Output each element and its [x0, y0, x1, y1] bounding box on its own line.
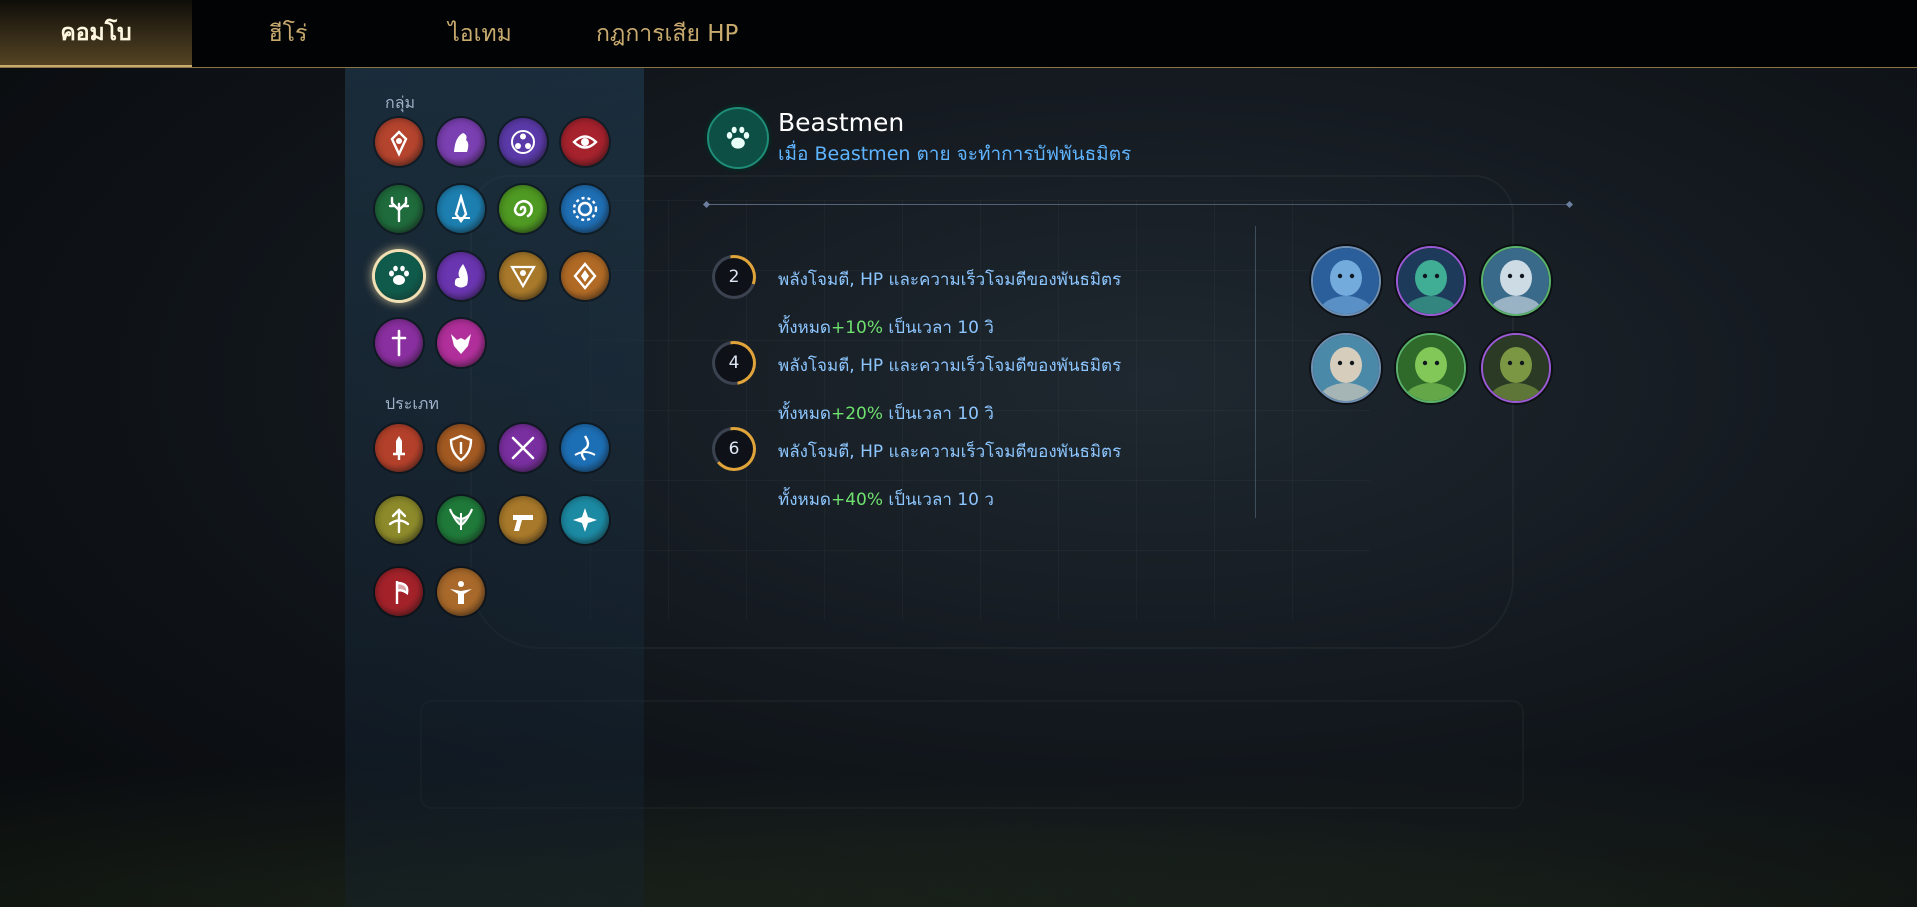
hero-portrait-5[interactable] — [1396, 333, 1466, 403]
blue-wave-icon[interactable] — [561, 424, 609, 472]
tier-count-ring: 4 — [712, 341, 756, 385]
red-axe-icon[interactable] — [375, 568, 423, 616]
tier-bonus-prefix: ทั้งหมด — [778, 318, 831, 338]
trait-title: Beastmen — [778, 108, 905, 137]
trait-description: เมื่อ Beastmen ตาย จะทำการบัฟพันธมิตร — [778, 143, 1132, 165]
beastmen-trait-icon — [707, 107, 769, 169]
tier-count-inner: 4 — [715, 344, 753, 382]
tier-bonus-duration: เป็นเวลา 10 วิ — [883, 404, 994, 424]
tab-hp-rules[interactable]: กฎการเสีย HP — [576, 0, 758, 67]
tier-bonus-percent: +20% — [830, 404, 883, 424]
tier-bonus-text: ทั้งหมด+10% เป็นเวลา 10 วิ — [778, 314, 994, 341]
tab-items[interactable]: ไอเทม — [384, 0, 576, 67]
hero-portrait-2[interactable] — [1396, 246, 1466, 316]
gold-figure-icon[interactable] — [437, 568, 485, 616]
arcane-triangle-icon[interactable] — [499, 118, 547, 166]
paw-icon[interactable] — [375, 252, 423, 300]
red-eye-icon[interactable] — [561, 118, 609, 166]
tier-bonus-prefix: ทั้งหมด — [778, 404, 831, 424]
hero-portrait-6[interactable] — [1481, 333, 1551, 403]
tier-count-inner: 6 — [715, 430, 753, 468]
tier-bonus-duration: เป็นเวลา 10 ว — [883, 490, 994, 510]
hero-portrait-3[interactable] — [1481, 246, 1551, 316]
tier-bonus-prefix: ทั้งหมด — [778, 490, 831, 510]
red-sword-icon[interactable] — [375, 424, 423, 472]
tab-heroes[interactable]: ฮีโร่ — [192, 0, 384, 67]
tier-count: 6 — [728, 439, 740, 459]
gold-eye-triangle-icon[interactable] — [499, 252, 547, 300]
header-divider — [706, 204, 1570, 205]
green-wings-icon[interactable] — [437, 496, 485, 544]
tier-count-inner: 2 — [715, 258, 753, 296]
green-swirl-icon[interactable] — [499, 185, 547, 233]
antler-icon[interactable] — [375, 185, 423, 233]
purple-flame-icon[interactable] — [437, 252, 485, 300]
tier-effect-text: พลังโจมตี, HP และความเร็วโจมตีของพันธมิต… — [778, 356, 1122, 376]
tier-count-ring: 6 — [712, 427, 756, 471]
top-navigation: คอมโบ ฮีโร่ ไอเทม กฎการเสีย HP — [0, 0, 1917, 68]
hero-portrait-4[interactable] — [1311, 333, 1381, 403]
gold-arrow-icon[interactable] — [375, 496, 423, 544]
blue-gear-icon[interactable] — [561, 185, 609, 233]
gold-pistol-icon[interactable] — [499, 496, 547, 544]
type-section-label: ประเภท — [385, 394, 439, 413]
crimson-emblem-icon[interactable] — [375, 118, 423, 166]
cyan-compass-icon[interactable] — [561, 496, 609, 544]
tier-count: 2 — [728, 267, 740, 287]
tab-combo[interactable]: คอมโบ — [0, 0, 192, 67]
blue-spire-icon[interactable] — [437, 185, 485, 233]
vertical-divider — [1255, 226, 1256, 518]
hero-portrait-1[interactable] — [1311, 246, 1381, 316]
tier-bonus-duration: เป็นเวลา 10 วิ — [883, 318, 994, 338]
crossed-swords-icon[interactable] — [499, 424, 547, 472]
bronze-shield-icon[interactable] — [437, 424, 485, 472]
fox-icon[interactable] — [437, 319, 485, 367]
foliage-decoration — [0, 737, 1917, 907]
purple-sword-icon[interactable] — [375, 319, 423, 367]
bronze-diamond-icon[interactable] — [561, 252, 609, 300]
purple-beast-icon[interactable] — [437, 118, 485, 166]
tier-bonus-text: ทั้งหมด+40% เป็นเวลา 10 ว — [778, 486, 994, 513]
tier-bonus-text: ทั้งหมด+20% เป็นเวลา 10 วิ — [778, 400, 994, 427]
tier-bonus-percent: +40% — [830, 490, 883, 510]
tier-bonus-percent: +10% — [830, 318, 883, 338]
tier-effect-text: พลังโจมตี, HP และความเร็วโจมตีของพันธมิต… — [778, 270, 1122, 290]
tier-effect-text: พลังโจมตี, HP และความเร็วโจมตีของพันธมิต… — [778, 442, 1122, 462]
tier-count: 4 — [728, 353, 740, 373]
paw-icon — [726, 126, 750, 149]
tier-count-ring: 2 — [712, 255, 756, 299]
group-section-label: กลุ่ม — [385, 93, 416, 112]
